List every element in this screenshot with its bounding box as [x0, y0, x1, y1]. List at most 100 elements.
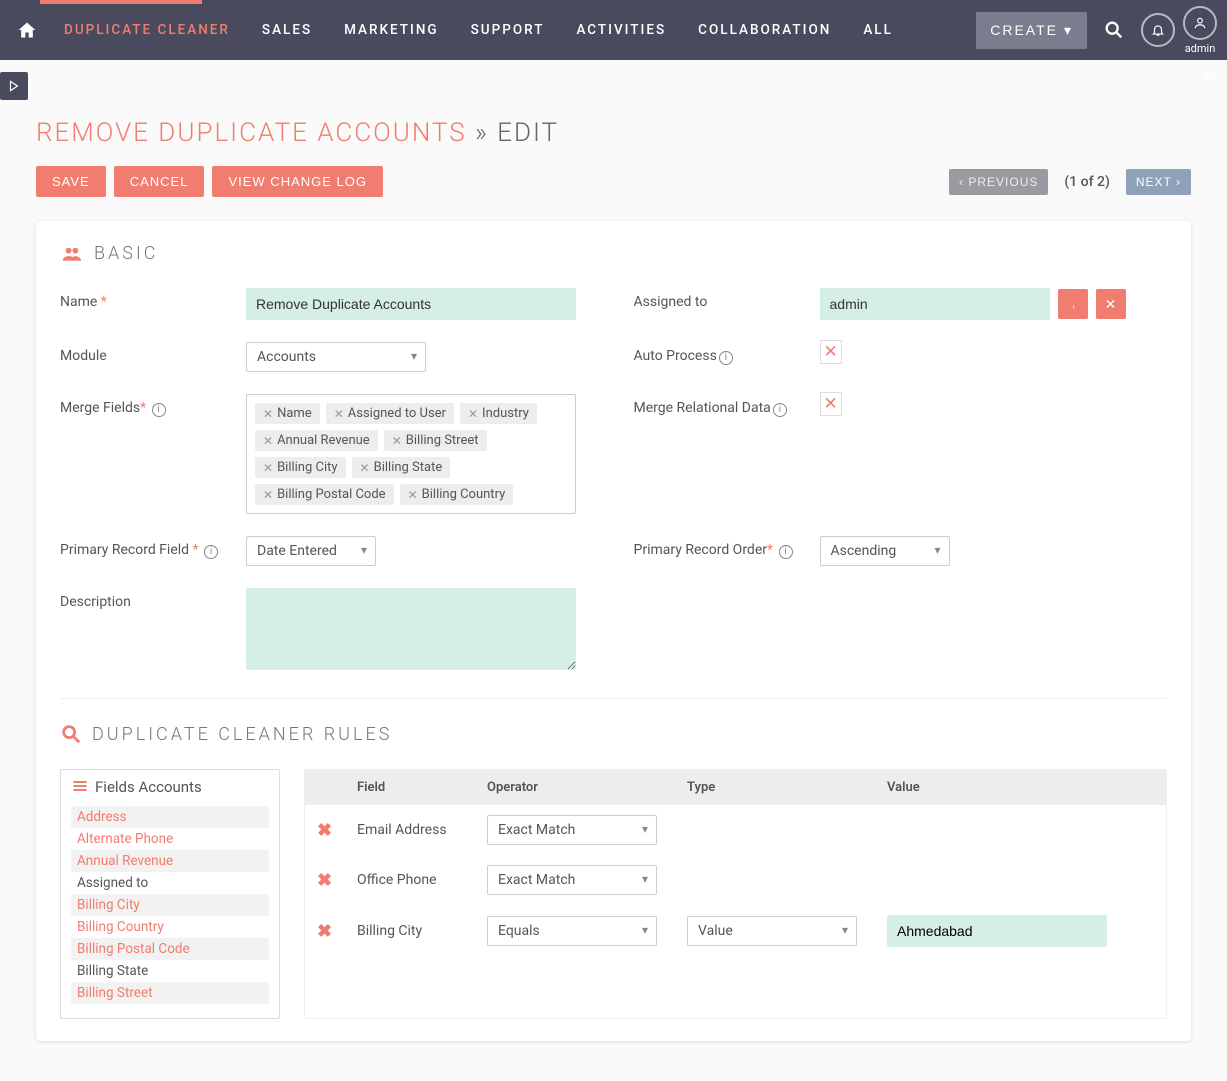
search-icon[interactable] — [1095, 19, 1133, 41]
notifications-icon[interactable] — [1141, 13, 1175, 47]
col-field: Field — [357, 780, 487, 795]
tag-remove-icon[interactable]: ✕ — [263, 461, 273, 475]
primary-field-select[interactable]: Date Entered — [246, 536, 376, 566]
merge-relational-checkbox[interactable]: ✕ — [820, 392, 842, 416]
field-item[interactable]: Billing Street — [71, 982, 269, 1004]
assigned-to-input[interactable] — [820, 288, 1050, 320]
rule-row: ✖Billing CityEquals Value — [305, 905, 1166, 957]
caret-down-icon: ▾ — [1064, 22, 1073, 39]
nav-collaboration[interactable]: COLLABORATION — [686, 22, 843, 38]
section-basic-head: BASIC — [60, 243, 1167, 264]
tag-remove-icon[interactable]: ✕ — [263, 488, 273, 502]
fields-panel[interactable]: Fields Accounts AddressAlternate PhoneAn… — [60, 769, 280, 1019]
info-icon[interactable]: i — [773, 403, 787, 417]
info-icon[interactable]: i — [779, 545, 793, 559]
chevron-down-icon[interactable]: ▾ — [1203, 68, 1209, 82]
label-module: Module — [60, 342, 230, 364]
rule-row: ✖Office PhoneExact Match — [305, 855, 1166, 905]
nav-sales[interactable]: SALES — [250, 22, 324, 38]
merge-tag[interactable]: ✕Assigned to User — [326, 403, 454, 424]
field-item[interactable]: Billing Country — [71, 916, 269, 938]
rule-operator-select[interactable]: Equals — [487, 916, 657, 946]
list-icon — [71, 779, 89, 795]
rules-table: Field Operator Type Value ✖Email Address… — [304, 769, 1167, 1019]
nav-activities[interactable]: ACTIVITIES — [564, 22, 678, 38]
tag-remove-icon[interactable]: ✕ — [360, 461, 370, 475]
label-auto-process: Auto Processi — [634, 342, 804, 365]
rule-type-select[interactable]: Value — [687, 916, 857, 946]
nav-marketing[interactable]: MARKETING — [332, 22, 451, 38]
field-item[interactable]: Annual Revenue — [71, 850, 269, 872]
rule-field-label: Billing City — [357, 923, 487, 939]
next-button[interactable]: NEXT › — [1126, 169, 1191, 195]
create-button[interactable]: CREATE ▾ — [976, 12, 1087, 49]
merge-tag[interactable]: ✕Billing Country — [400, 484, 514, 505]
user-label: admin — [1185, 42, 1216, 55]
delete-rule-icon[interactable]: ✖ — [317, 870, 357, 891]
section-rules-head: DUPLICATE CLEANER RULES — [60, 723, 1167, 745]
auto-process-checkbox[interactable]: ✕ — [820, 340, 842, 364]
label-name: Name * — [60, 288, 230, 310]
merge-tag[interactable]: ✕Billing State — [352, 457, 451, 478]
page-title: REMOVE DUPLICATE ACCOUNTS » EDIT — [36, 118, 1191, 148]
tag-remove-icon[interactable]: ✕ — [408, 488, 418, 502]
rule-value-input[interactable] — [887, 915, 1107, 947]
rule-row: ✖Email AddressExact Match — [305, 805, 1166, 855]
magnifier-icon — [60, 723, 82, 745]
nav-support[interactable]: SUPPORT — [459, 22, 557, 38]
merge-tag[interactable]: ✕Name — [255, 403, 320, 424]
merge-fields-tagbox[interactable]: ✕Name ✕Assigned to User ✕Industry ✕Annual R… — [246, 394, 576, 514]
info-icon[interactable]: i — [152, 403, 166, 417]
delete-rule-icon[interactable]: ✖ — [317, 820, 357, 841]
field-item[interactable]: Billing State — [71, 960, 269, 982]
field-item[interactable]: Assigned to — [71, 872, 269, 894]
label-merge-relational: Merge Relational Datai — [634, 394, 804, 417]
assigned-to-select-button[interactable] — [1058, 289, 1088, 319]
tag-remove-icon[interactable]: ✕ — [263, 407, 273, 421]
tag-remove-icon[interactable]: ✕ — [334, 407, 344, 421]
home-icon[interactable] — [10, 20, 44, 40]
delete-rule-icon[interactable]: ✖ — [317, 921, 357, 942]
top-nav: DUPLICATE CLEANER SALES MARKETING SUPPOR… — [0, 0, 1227, 60]
user-icon[interactable] — [1183, 6, 1217, 40]
primary-order-select[interactable]: Ascending — [820, 536, 950, 566]
tag-remove-icon[interactable]: ✕ — [392, 434, 402, 448]
previous-button[interactable]: ‹ PREVIOUS — [949, 169, 1048, 195]
merge-tag[interactable]: ✕Billing Street — [384, 430, 487, 451]
rule-field-label: Office Phone — [357, 872, 487, 888]
name-input[interactable] — [246, 288, 576, 320]
module-select[interactable]: Accounts — [246, 342, 426, 372]
expand-icon[interactable] — [0, 72, 28, 100]
label-merge-fields: Merge Fields* i — [60, 394, 230, 417]
tag-remove-icon[interactable]: ✕ — [468, 407, 478, 421]
info-icon[interactable]: i — [719, 351, 733, 365]
merge-tag[interactable]: ✕Annual Revenue — [255, 430, 378, 451]
field-item[interactable]: Alternate Phone — [71, 828, 269, 850]
label-description: Description — [60, 588, 230, 610]
label-primary-field: Primary Record Field * i — [60, 536, 230, 559]
merge-tag[interactable]: ✕Billing City — [255, 457, 346, 478]
main-panel: BASIC Name * Assigned to ✕ — [36, 221, 1191, 1041]
info-icon[interactable]: i — [204, 545, 218, 559]
merge-tag[interactable]: ✕Billing Postal Code — [255, 484, 394, 505]
people-icon — [60, 244, 84, 264]
fields-panel-head: Fields Accounts — [71, 778, 269, 796]
rule-operator-select[interactable]: Exact Match — [487, 815, 657, 845]
field-item[interactable]: Billing Postal Code — [71, 938, 269, 960]
nav-duplicate-cleaner[interactable]: DUPLICATE CLEANER — [52, 22, 242, 38]
cancel-button[interactable]: CANCEL — [114, 166, 205, 197]
rule-operator-select[interactable]: Exact Match — [487, 865, 657, 895]
view-change-log-button[interactable]: VIEW CHANGE LOG — [212, 166, 383, 197]
col-type: Type — [687, 780, 887, 795]
tag-remove-icon[interactable]: ✕ — [263, 434, 273, 448]
nav-all[interactable]: ALL — [851, 22, 905, 38]
merge-tag[interactable]: ✕Industry — [460, 403, 537, 424]
field-item[interactable]: Billing City — [71, 894, 269, 916]
pager-label: (1 of 2) — [1056, 174, 1118, 190]
field-item[interactable]: Address — [71, 806, 269, 828]
col-value: Value — [887, 780, 1154, 795]
description-textarea[interactable] — [246, 588, 576, 670]
save-button[interactable]: SAVE — [36, 166, 106, 197]
label-primary-order: Primary Record Order* i — [634, 536, 804, 559]
assigned-to-clear-button[interactable]: ✕ — [1096, 289, 1126, 319]
